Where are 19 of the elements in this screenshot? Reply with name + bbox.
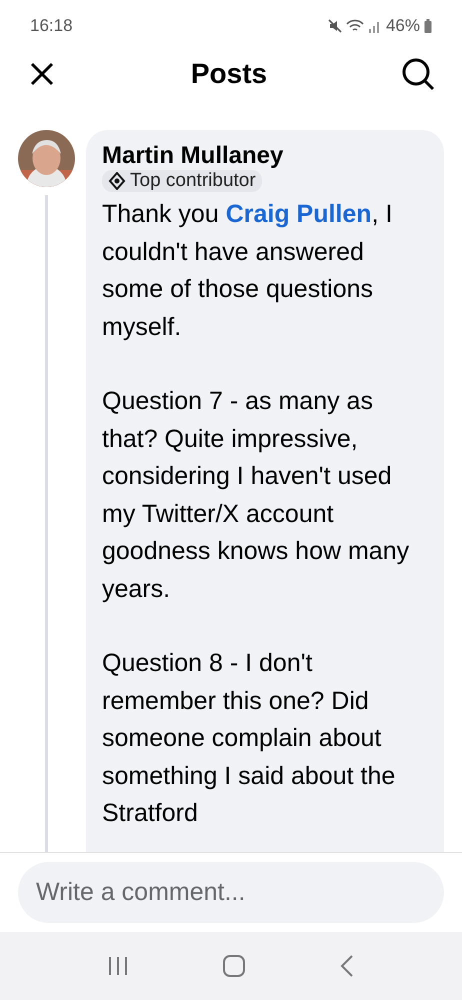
comment-paragraph: Thank you Craig Pullen, I couldn't have answered some of those questions myself. [102,199,394,342]
mention-link[interactable]: Craig Pullen [226,200,372,228]
battery-percent: 46% [386,15,420,38]
contributor-badge: Top contributor [102,170,262,192]
search-button[interactable] [400,56,436,92]
mute-icon [328,19,342,33]
status-time: 16:18 [30,15,73,38]
page-title: Posts [190,57,268,91]
badge-icon [108,172,126,190]
author-name[interactable]: Martin Mullaney [102,142,428,170]
signal-icon [368,19,382,33]
battery-icon [424,19,432,33]
comment-input[interactable]: Write a comment... [18,862,444,923]
comment-paragraph: Question 8 - I don't remember this one? Did someone complain about something I said about the Stratford [102,648,396,829]
recent-apps-icon[interactable] [106,955,129,977]
back-icon[interactable] [339,954,356,978]
comment-paragraph: Question 7 - as many as that? Quite impressive, considering I haven't used my Twitter/X account goodness knows how many years. [102,386,410,604]
home-icon[interactable] [222,954,246,978]
wifi-icon [346,19,364,33]
